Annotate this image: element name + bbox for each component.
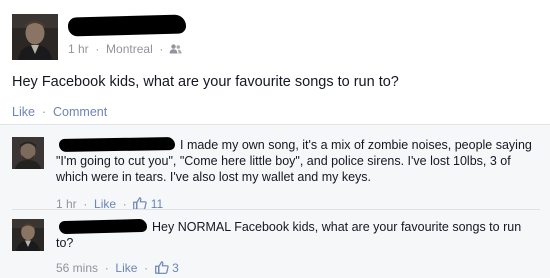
- comment-body: Hey NORMAL Facebook kids, what are your …: [56, 220, 522, 250]
- comments-section: I made my own song, it's a mix of zombie…: [0, 124, 550, 278]
- author-name-redaction: [67, 14, 187, 37]
- comment-time[interactable]: 56 mins: [56, 261, 98, 275]
- comment-divider: [12, 209, 540, 210]
- comment-like-count[interactable]: 3: [172, 261, 179, 275]
- commenter-avatar[interactable]: [12, 137, 44, 169]
- meta-separator: ·: [156, 41, 164, 56]
- post-location[interactable]: Montreal: [106, 42, 153, 56]
- comment-like-button[interactable]: Like: [115, 261, 137, 275]
- post-text: Hey Facebook kids, what are your favouri…: [12, 74, 399, 90]
- comment-text: I made my own song, it's a mix of zombie…: [56, 137, 540, 185]
- facebook-post: 1 hr · Montreal · Hey Facebook kids, wha…: [0, 0, 550, 278]
- commenter-avatar[interactable]: [12, 219, 44, 251]
- post-header: 1 hr · Montreal ·: [12, 8, 532, 60]
- comment-item: Hey NORMAL Facebook kids, what are your …: [12, 218, 542, 277]
- action-separator: ·: [38, 105, 50, 119]
- thumbs-up-icon[interactable]: [154, 261, 169, 274]
- comment-text: Hey NORMAL Facebook kids, what are your …: [56, 219, 540, 251]
- post-meta: 1 hr · Montreal ·: [68, 41, 182, 56]
- comment-button[interactable]: Comment: [53, 105, 107, 119]
- meta-separator: ·: [92, 41, 103, 56]
- like-button[interactable]: Like: [12, 105, 35, 119]
- comment-item: I made my own song, it's a mix of zombie…: [12, 136, 542, 213]
- friends-icon[interactable]: [169, 44, 182, 54]
- comment-body: I made my own song, it's a mix of zombie…: [56, 138, 532, 184]
- post-author-avatar[interactable]: [12, 14, 58, 60]
- comment-meta: 56 mins · Like · 3: [56, 261, 179, 275]
- meta-separator: ·: [140, 261, 152, 275]
- post-time[interactable]: 1 hr: [68, 42, 89, 56]
- post-actions: Like · Comment: [12, 105, 107, 119]
- meta-separator: ·: [101, 261, 113, 275]
